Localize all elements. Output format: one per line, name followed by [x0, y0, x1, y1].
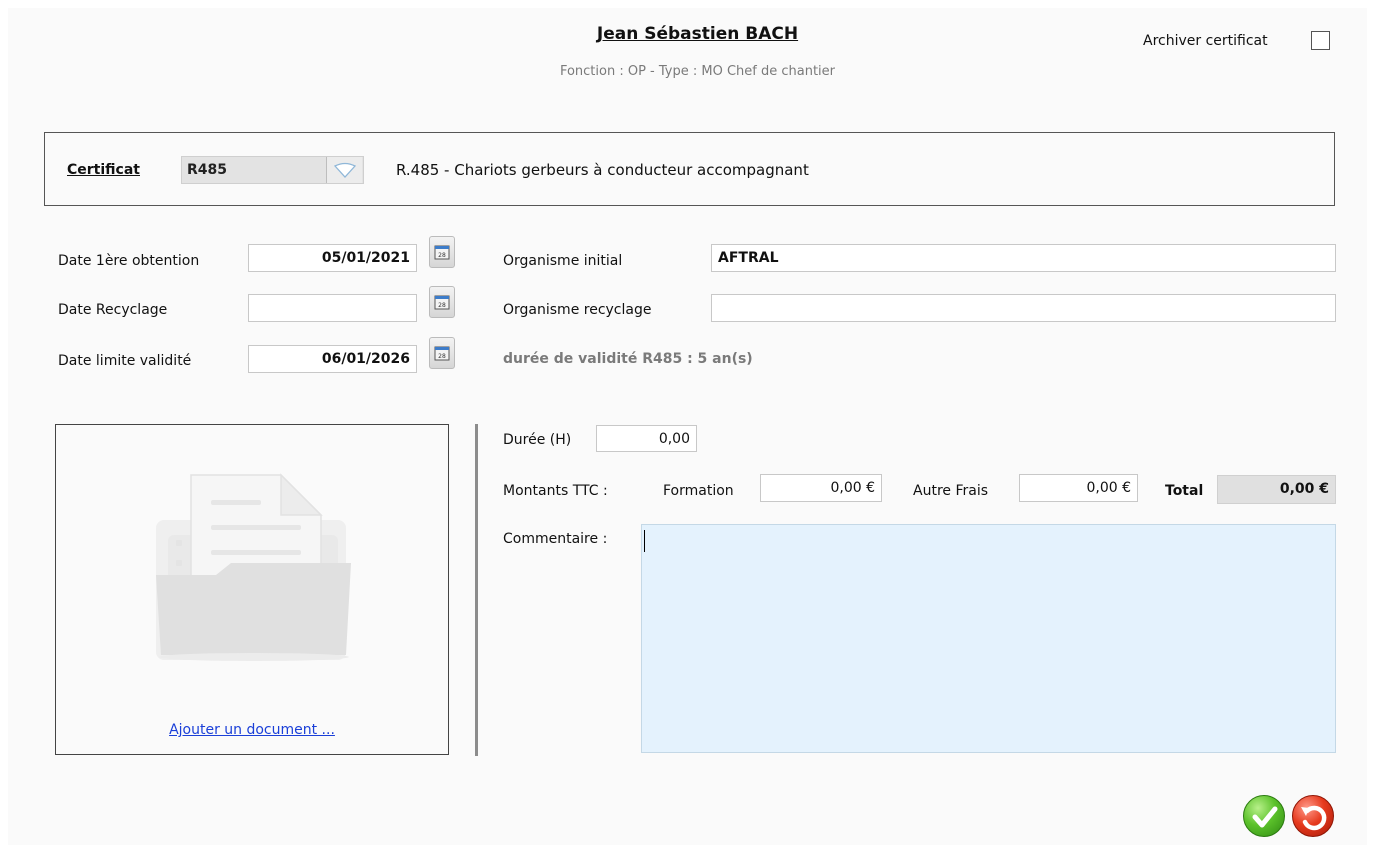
recycling-organism-label: Organisme recyclage — [503, 302, 652, 318]
first-obtention-label: Date 1ère obtention — [58, 253, 200, 269]
panel-splitter[interactable] — [475, 424, 478, 756]
recycling-organism-field[interactable] — [711, 294, 1336, 322]
duration-label: Durée (H) — [503, 432, 572, 448]
archive-certificate-label: Archiver certificat — [1143, 33, 1268, 49]
cancel-button[interactable] — [1292, 795, 1334, 837]
document-folder-icon — [156, 473, 351, 661]
comment-textarea[interactable] — [641, 524, 1336, 753]
certificate-dropdown-button[interactable] — [326, 157, 362, 183]
first-obtention-date-field[interactable]: 05/01/2021 — [248, 244, 417, 272]
document-drop-zone[interactable] — [55, 424, 449, 755]
initial-organism-field[interactable]: AFTRAL — [711, 244, 1336, 272]
svg-text:28: 28 — [438, 252, 446, 259]
validate-button[interactable] — [1243, 795, 1285, 837]
recycling-calendar-button[interactable]: 28 — [429, 286, 455, 318]
training-amount-label: Formation — [663, 483, 734, 499]
text-cursor — [644, 530, 645, 552]
recycling-date-field[interactable] — [248, 294, 417, 322]
certificate-code: R485 — [187, 162, 228, 178]
checkmark-icon — [1252, 806, 1278, 828]
comment-label: Commentaire : — [503, 531, 608, 547]
recycling-date-label: Date Recyclage — [58, 302, 168, 318]
validity-limit-label: Date limite validité — [58, 353, 192, 369]
total-label: Total — [1165, 483, 1204, 499]
initial-organism-label: Organisme initial — [503, 253, 623, 269]
chevron-down-icon — [333, 162, 357, 178]
undo-arrow-icon — [1301, 805, 1327, 831]
other-costs-field[interactable]: 0,00 € — [1019, 474, 1138, 502]
certificate-label[interactable]: Certificat — [67, 162, 140, 178]
duration-hours-field[interactable]: 0,00 — [596, 425, 697, 452]
amounts-ttc-label: Montants TTC : — [503, 483, 608, 499]
total-amount-field: 0,00 € — [1217, 475, 1336, 504]
calendar-icon: 28 — [434, 295, 450, 310]
validity-limit-calendar-button[interactable]: 28 — [429, 337, 455, 369]
other-costs-label: Autre Frais — [913, 483, 989, 499]
calendar-icon: 28 — [434, 245, 450, 260]
calendar-icon: 28 — [434, 346, 450, 361]
archive-certificate-checkbox[interactable] — [1311, 31, 1330, 50]
validity-duration-text: durée de validité R485 : 5 an(s) — [503, 351, 753, 367]
person-function-type: Fonction : OP - Type : MO Chef de chanti… — [559, 64, 836, 79]
first-obtention-calendar-button[interactable]: 28 — [429, 236, 455, 268]
training-amount-field[interactable]: 0,00 € — [760, 474, 882, 502]
svg-text:28: 28 — [438, 353, 446, 360]
svg-text:28: 28 — [438, 302, 446, 309]
certificate-description: R.485 - Chariots gerbeurs à conducteur a… — [396, 161, 809, 179]
validity-limit-date-field[interactable]: 06/01/2026 — [248, 345, 417, 373]
add-document-link[interactable]: Ajouter un document ... — [55, 722, 449, 738]
